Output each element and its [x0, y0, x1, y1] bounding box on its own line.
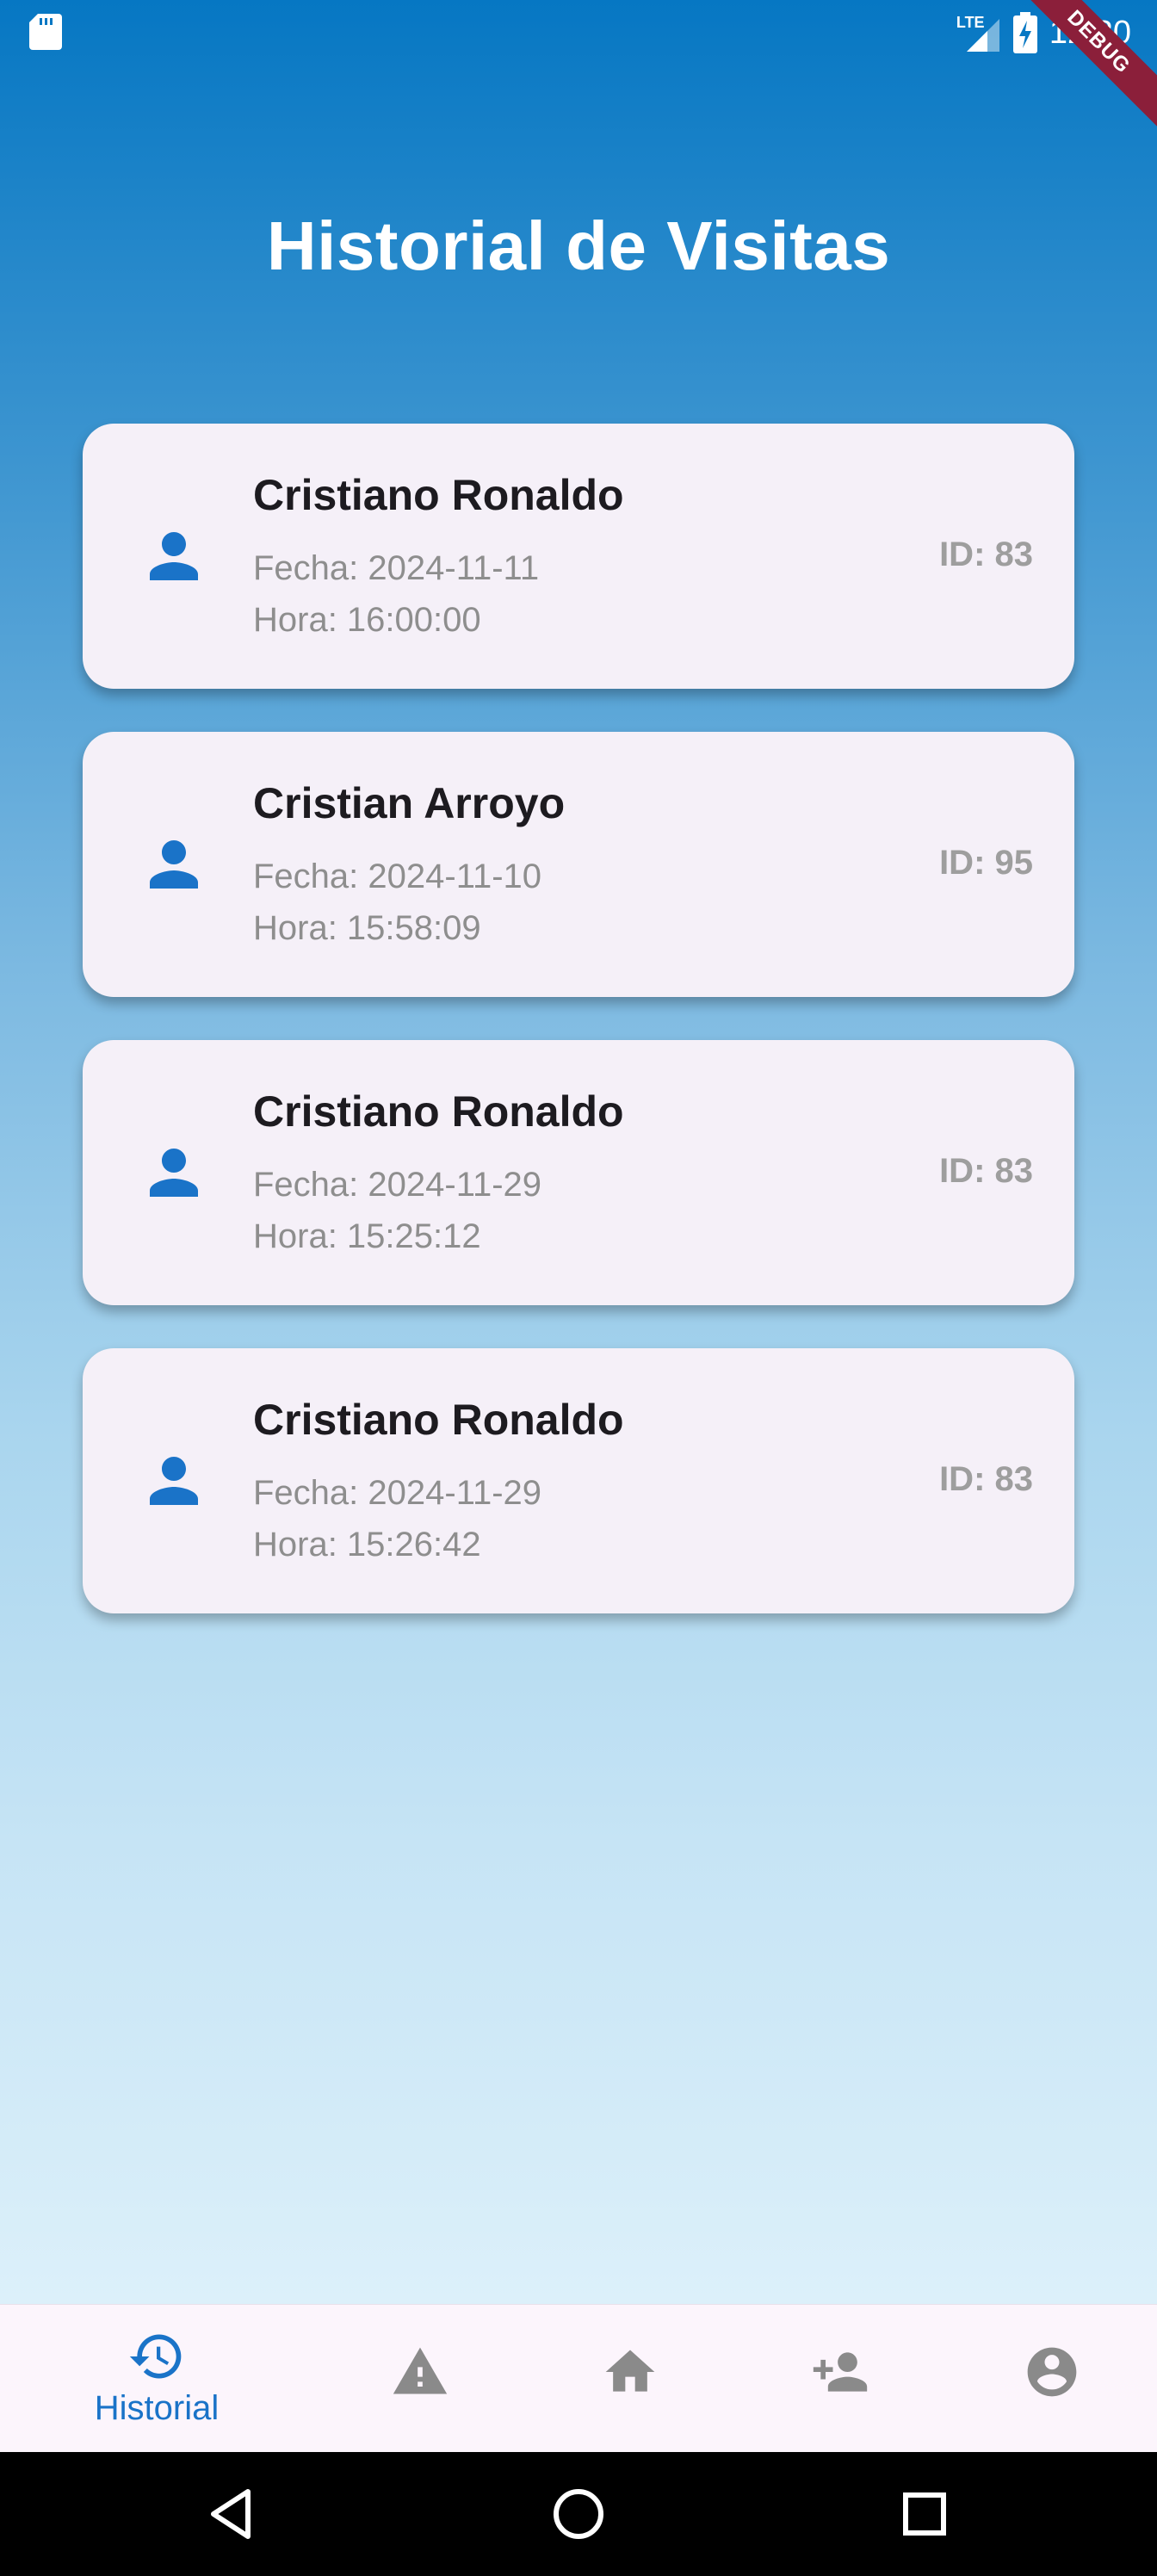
- signal-icon: [966, 19, 999, 52]
- visit-card[interactable]: Cristiano Ronaldo Fecha: 2024-11-29 Hora…: [83, 1040, 1074, 1305]
- visit-date: Fecha: 2024-11-29: [253, 1474, 542, 1512]
- visit-date: Fecha: 2024-11-10: [253, 858, 542, 895]
- visit-card[interactable]: Cristiano Ronaldo Fecha: 2024-11-29 Hora…: [83, 1348, 1074, 1613]
- visit-name: Cristian Arroyo: [253, 779, 566, 827]
- history-icon: [129, 2334, 182, 2379]
- account-circle-icon: [1027, 2347, 1077, 2397]
- home-circle-icon[interactable]: [548, 2483, 609, 2545]
- status-bar: LTE 12:30 DEBUG: [0, 0, 1157, 134]
- visit-name: Cristiano Ronaldo: [253, 471, 624, 519]
- app-screen: LTE 12:30 DEBUG Historial de Visitas Cri…: [0, 0, 1157, 2304]
- nav-item-add-person[interactable]: [725, 2305, 956, 2453]
- system-navigation-bar: [0, 2452, 1157, 2576]
- nav-item-profile[interactable]: [937, 2305, 1157, 2453]
- visit-time: Hora: 15:25:12: [253, 1217, 481, 1255]
- visit-time: Hora: 15:26:42: [253, 1526, 481, 1564]
- warning-icon: [393, 2347, 448, 2394]
- battery-charging-icon: [1012, 12, 1037, 53]
- visit-id: ID: 95: [939, 844, 1033, 882]
- visit-name: Cristiano Ronaldo: [253, 1087, 624, 1136]
- visit-card[interactable]: Cristiano Ronaldo Fecha: 2024-11-11 Hora…: [83, 424, 1074, 689]
- person-icon: [150, 1457, 198, 1505]
- nav-item-historial[interactable]: Historial: [41, 2305, 272, 2453]
- visit-name: Cristiano Ronaldo: [253, 1396, 624, 1444]
- visit-list: Cristiano Ronaldo Fecha: 2024-11-11 Hora…: [83, 424, 1074, 1656]
- nav-label-historial: Historial: [94, 2389, 220, 2427]
- visit-time: Hora: 15:58:09: [253, 909, 481, 947]
- page-title: Historial de Visitas: [266, 207, 891, 284]
- visit-time: Hora: 16:00:00: [253, 601, 481, 639]
- bottom-navigation-bar: Historial: [0, 2304, 1157, 2453]
- recents-icon[interactable]: [894, 2483, 956, 2545]
- home-icon: [605, 2350, 655, 2392]
- person-icon: [150, 1149, 198, 1197]
- person-add-icon: [813, 2352, 868, 2392]
- nav-item-home[interactable]: [515, 2305, 746, 2453]
- sd-card-icon: [29, 14, 62, 50]
- visit-date: Fecha: 2024-11-11: [253, 549, 540, 587]
- visit-card[interactable]: Cristian Arroyo Fecha: 2024-11-10 Hora: …: [83, 732, 1074, 997]
- visit-date: Fecha: 2024-11-29: [253, 1166, 542, 1204]
- visit-id: ID: 83: [939, 1152, 1033, 1190]
- person-icon: [150, 840, 198, 889]
- signal-indicator: LTE: [956, 12, 1001, 53]
- visit-id: ID: 83: [939, 536, 1033, 573]
- visit-id: ID: 83: [939, 1460, 1033, 1498]
- back-icon[interactable]: [201, 2483, 263, 2545]
- nav-item-alerts[interactable]: [305, 2305, 535, 2453]
- person-icon: [150, 532, 198, 580]
